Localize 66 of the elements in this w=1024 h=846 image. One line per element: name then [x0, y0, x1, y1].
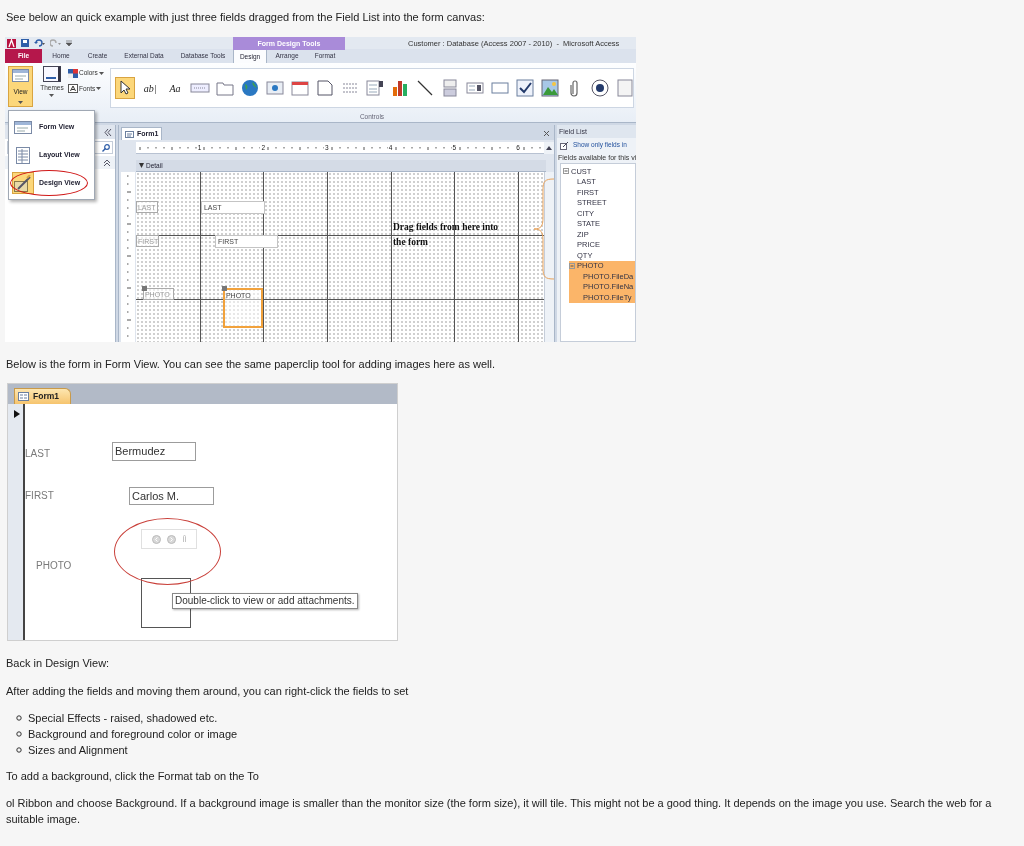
search-icon — [102, 143, 110, 152]
collapse-box-icon — [569, 262, 575, 269]
redo-icon — [50, 39, 61, 48]
toggle-icon — [440, 78, 460, 99]
scroll-up-button[interactable] — [544, 142, 554, 154]
frame-icon — [315, 78, 335, 99]
color-palette-icon — [68, 68, 78, 78]
move-handle[interactable] — [221, 286, 227, 291]
checkbox-icon — [515, 78, 535, 99]
control-tool[interactable] — [115, 77, 135, 100]
font-icon — [68, 84, 78, 94]
paperclip-icon[interactable] — [181, 534, 187, 544]
form-view-icon — [14, 118, 32, 136]
undo-icon — [34, 39, 45, 48]
field-label: PHOTO — [36, 559, 72, 573]
list-item-text: Sizes and Alignment — [28, 742, 128, 758]
bar-chart-icon — [390, 78, 410, 99]
body-text: After adding the fields and moving them around, you can right-click the fields to set — [6, 684, 410, 699]
control-tool[interactable] — [515, 77, 535, 100]
tooltip: Double-click to view or add attachments. — [172, 593, 358, 609]
form-icon — [125, 130, 134, 138]
body-text: To add a background, click the Format tab on the To — [6, 769, 260, 784]
save-icon — [21, 39, 29, 48]
collapse-icon — [104, 128, 112, 136]
field-label: FIRST — [25, 489, 54, 503]
browser-window-icon — [290, 78, 310, 99]
form-icon — [18, 392, 29, 401]
customize-icon — [66, 39, 72, 48]
radio-button-icon — [590, 78, 610, 99]
caret-icon — [49, 94, 55, 97]
caret-icon — [18, 101, 23, 105]
layout-view-icon — [14, 146, 32, 164]
document-tab[interactable]: Form1 — [14, 388, 71, 404]
caption-text: Below is the form in Form View. You can see the same paperclip tool for adding images here as well. — [6, 357, 496, 372]
picture-icon — [540, 78, 560, 99]
expand-up-icon — [104, 159, 110, 166]
scroll-up-arrow-icon[interactable] — [546, 146, 552, 150]
close-icon[interactable] — [543, 130, 550, 137]
app-logo-icon — [7, 38, 16, 48]
globe-icon — [240, 78, 260, 99]
record-selector[interactable] — [8, 404, 25, 640]
collapse-box-icon — [563, 168, 569, 175]
control-tool[interactable]: ab| — [140, 77, 160, 100]
caret-icon — [96, 87, 102, 91]
intro-text: See below an quick example with just three fields dragged from the Field List into the form canvas: — [6, 10, 486, 25]
text-field[interactable]: Carlos M. — [129, 487, 214, 505]
bullet-icon — [16, 747, 22, 753]
move-handle[interactable] — [141, 286, 147, 291]
body-text: ol Ribbon and choose Background. If a background image is smaller than the monitor size (the form size), it will tile. This might not be a good thing. It depends on the image you use. Search the web for a suitable image. — [6, 796, 993, 827]
control-tool[interactable]: Aa — [165, 77, 185, 100]
field-list-icon — [560, 140, 569, 150]
bullet-icon — [16, 715, 22, 721]
control-tool[interactable] — [590, 77, 610, 100]
list-item-text: Background and foreground color or image — [28, 726, 238, 742]
current-record-icon — [14, 410, 20, 418]
caret-icon — [98, 71, 104, 75]
body-text: Back in Design View: — [6, 656, 111, 671]
design-view-icon — [14, 174, 32, 192]
themes-icon — [43, 66, 61, 83]
field-label: LAST — [25, 447, 50, 461]
list-item-text: Special Effects - raised, shadowed etc. — [28, 710, 218, 726]
text-field[interactable]: Bermudez — [112, 442, 196, 461]
form-view-icon — [12, 69, 29, 83]
section-caret-icon — [139, 163, 144, 168]
combo-box-icon — [365, 78, 385, 99]
bullet-icon — [16, 731, 22, 737]
